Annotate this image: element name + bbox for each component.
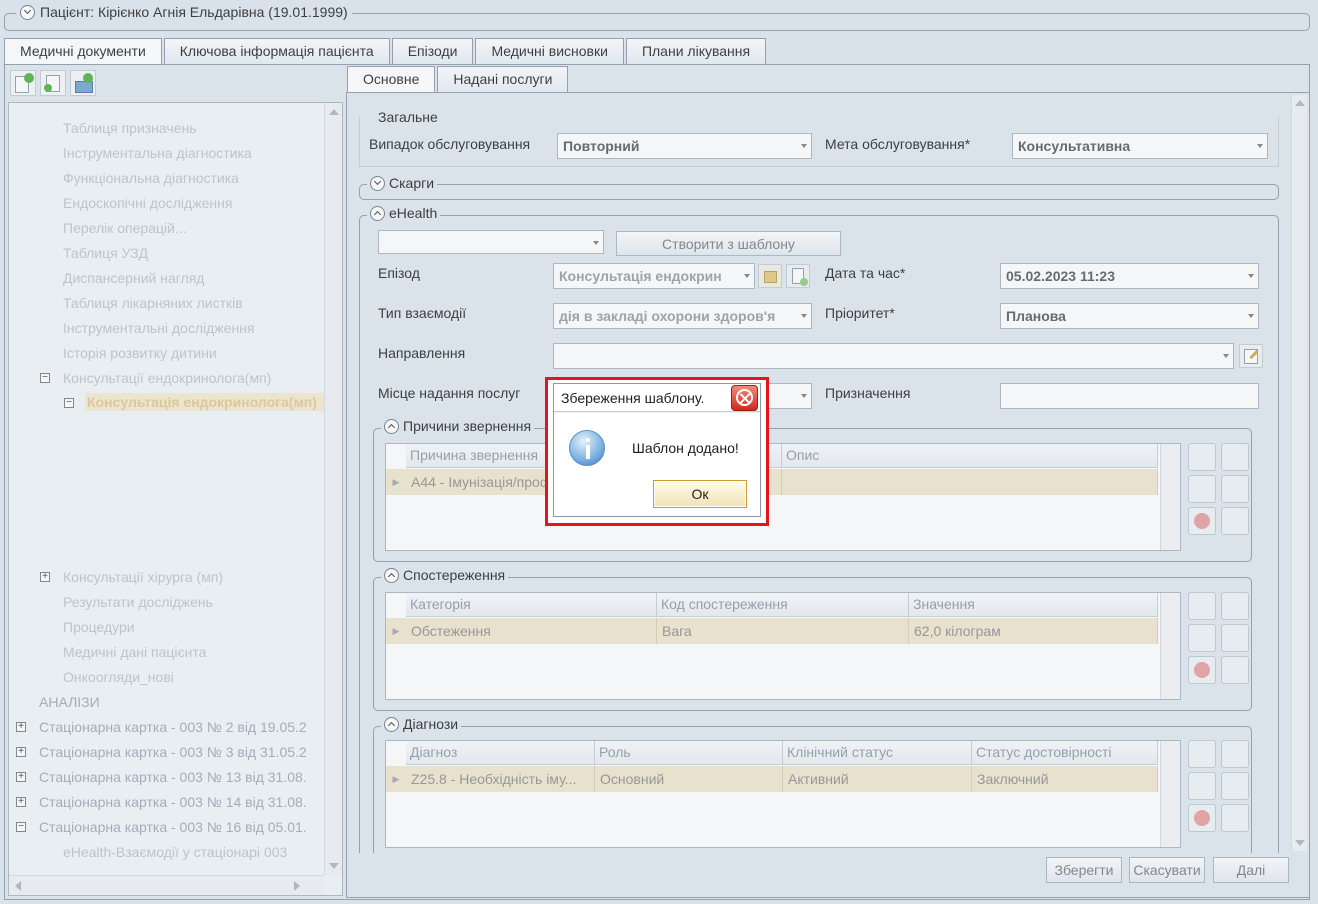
save-template-dialog: Збереження шаблону. Шаблон додано! Ок: [553, 383, 761, 517]
dialog-title: Збереження шаблону.: [561, 390, 705, 406]
dialog-message: Шаблон додано!: [632, 440, 739, 456]
info-icon: [569, 430, 605, 466]
close-icon[interactable]: [731, 385, 758, 411]
ok-button[interactable]: Ок: [653, 480, 747, 508]
